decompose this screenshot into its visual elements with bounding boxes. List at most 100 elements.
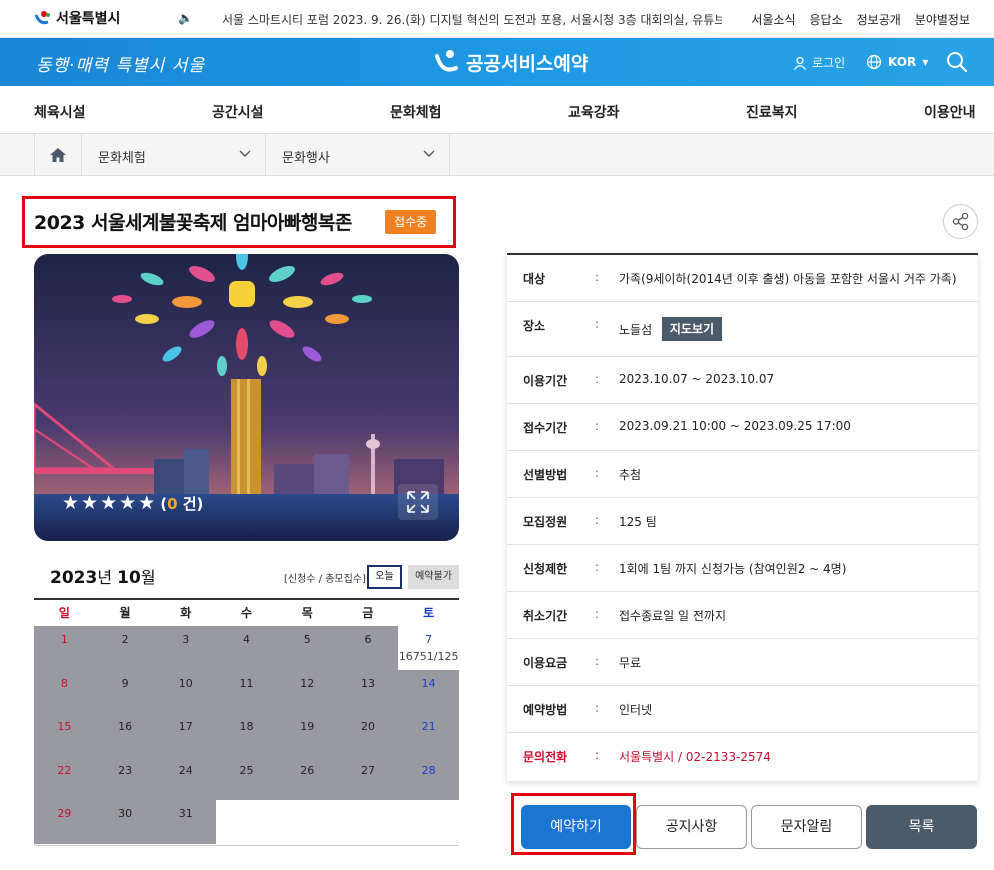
home-icon xyxy=(50,148,66,162)
weekday-thu: 목 xyxy=(301,606,313,620)
info-row-cancellation-period: 취소기간 : 접수종료일 일 전까지 xyxy=(507,592,978,639)
service-title[interactable]: 공공서비스예약 xyxy=(434,48,588,76)
utility-links: 서울소식 응답소 정보공개 분야별정보 xyxy=(751,11,970,28)
calendar-month: 10 xyxy=(117,568,141,588)
user-icon xyxy=(793,56,807,70)
calendar-day: 13 xyxy=(337,669,399,713)
info-row-usage-period: 이용기간 : 2023.10.07 ~ 2023.10.07 xyxy=(507,357,978,404)
sms-alert-button[interactable]: 문자알림 xyxy=(751,805,862,849)
link-seoul-news[interactable]: 서울소식 xyxy=(751,11,795,28)
calendar-day: 6 xyxy=(337,626,399,670)
calendar-divider xyxy=(34,845,459,846)
breadcrumb-subcategory-select[interactable]: 문화행사 xyxy=(266,134,450,176)
star-icon: ★ xyxy=(81,492,99,514)
weekday-mon: 월 xyxy=(119,606,131,620)
login-button[interactable]: 로그인 xyxy=(793,54,845,71)
info-separator: : xyxy=(595,748,600,762)
header-slogan[interactable]: 동행·매력 특별시 서울 xyxy=(36,51,205,76)
home-button[interactable] xyxy=(34,134,82,176)
info-separator: : xyxy=(595,513,600,527)
calendar-legend: [신청수 / 총모집수] xyxy=(284,574,366,585)
seoul-logo[interactable]: 서울특별시 xyxy=(34,8,120,28)
info-key: 대상 xyxy=(523,272,546,286)
today-button[interactable]: 오늘 xyxy=(367,565,402,589)
expand-image-button[interactable] xyxy=(398,484,438,520)
info-value: 2023.10.07 ~ 2023.10.07 xyxy=(619,372,775,386)
info-value: 접수종료일 일 전까지 xyxy=(619,609,726,623)
globe-icon xyxy=(866,54,882,70)
info-value: 인터넷 xyxy=(619,703,653,717)
chevron-down-icon xyxy=(423,150,435,157)
service-title-text: 공공서비스예약 xyxy=(466,52,589,75)
calendar-week: 29 30 31 xyxy=(34,800,460,844)
top-utility-bar: 서울특별시 🔈 서울 스마트시티 포럼 2023. 9. 26.(화) 디지털 … xyxy=(0,0,994,38)
event-info-panel: 대상 : 가족(9세이하(2014년 이후 출생) 아동을 포함한 서울시 거주… xyxy=(507,253,978,781)
chevron-down-icon xyxy=(239,150,251,157)
rating-count-suffix: 건) xyxy=(177,494,204,513)
unavailable-legend: 예약불가 xyxy=(408,565,459,589)
info-separator: : xyxy=(595,654,600,668)
calendar-day: 25 xyxy=(216,756,277,800)
rating-count-value: 0 xyxy=(167,494,178,513)
calendar-day-available[interactable]: 7 16751/125 xyxy=(398,626,460,670)
map-view-button[interactable]: 지도보기 xyxy=(662,317,722,341)
calendar-day: 11 xyxy=(216,669,277,713)
list-button[interactable]: 목록 xyxy=(866,805,977,849)
link-info-disclosure[interactable]: 정보공개 xyxy=(857,11,901,28)
nav-space-facilities[interactable]: 공간시설 xyxy=(212,102,264,122)
info-value: 무료 xyxy=(619,656,642,670)
link-eungdapso[interactable]: 응답소 xyxy=(810,11,843,28)
info-separator: : xyxy=(595,419,600,433)
breadcrumb-category-select[interactable]: 문화체험 xyxy=(82,134,266,176)
calendar-day: 2 xyxy=(94,626,156,670)
info-separator: : xyxy=(595,270,600,284)
star-icon: ★ xyxy=(62,492,80,514)
search-icon[interactable] xyxy=(946,51,968,73)
info-value: 2023.09.21 10:00 ~ 2023.09.25 17:00 xyxy=(619,419,851,433)
calendar-day: 15 xyxy=(34,713,95,757)
share-button[interactable] xyxy=(943,204,978,239)
calendar-day: 24 xyxy=(155,756,217,800)
nav-usage-guide[interactable]: 이용안내 xyxy=(924,102,976,122)
contact-phone[interactable]: 서울특별시 / 02-2133-2574 xyxy=(619,748,771,765)
rating-count: (0 건) xyxy=(160,493,203,514)
info-row-fee: 이용요금 : 무료 xyxy=(507,639,978,686)
calendar-week: 15 16 17 18 19 20 21 xyxy=(34,713,460,757)
breadcrumb: 문화체험 문화행사 xyxy=(0,134,994,176)
notice-button[interactable]: 공지사항 xyxy=(636,805,747,849)
calendar-day: 29 xyxy=(34,800,95,844)
info-separator: : xyxy=(595,466,600,480)
calendar-day-empty xyxy=(276,800,338,844)
share-icon xyxy=(952,212,969,231)
link-field-info[interactable]: 분야별정보 xyxy=(915,11,970,28)
info-separator: : xyxy=(595,560,600,574)
language-select[interactable]: KOR ▼ xyxy=(866,54,928,70)
info-value: 125 팀 xyxy=(619,515,657,529)
nav-medical-welfare[interactable]: 진료복지 xyxy=(746,102,798,122)
breadcrumb-subcategory-label: 문화행사 xyxy=(282,151,330,166)
info-key: 모집정원 xyxy=(523,515,568,529)
expand-icon xyxy=(407,491,429,513)
calendar-day: 28 xyxy=(398,756,460,800)
calendar-day: 10 xyxy=(155,669,217,713)
calendar-day-count: 16751/125 xyxy=(398,650,459,663)
speaker-icon: 🔈 xyxy=(178,11,193,25)
weekday-sun: 일 xyxy=(58,606,70,620)
nav-culture[interactable]: 문화체험 xyxy=(390,102,442,122)
nav-education[interactable]: 교육강좌 xyxy=(568,102,620,122)
info-row-application-limit: 신청제한 : 1회에 1팀 까지 신청가능 (참여인원2 ~ 4명) xyxy=(507,545,978,592)
info-row-target: 대상 : 가족(9세이하(2014년 이후 출생) 아동을 포함한 서울시 거주… xyxy=(507,255,978,302)
calendar-day: 3 xyxy=(155,626,217,670)
nav-sports-facilities[interactable]: 체육시설 xyxy=(34,102,86,122)
info-key: 장소 xyxy=(523,319,546,333)
news-ticker[interactable]: 서울 스마트시티 포럼 2023. 9. 26.(화) 디지털 혁신의 도전과 … xyxy=(222,11,722,28)
info-key: 이용요금 xyxy=(523,656,568,670)
reserve-button[interactable]: 예약하기 xyxy=(521,805,631,849)
info-row-application-period: 접수기간 : 2023.09.21 10:00 ~ 2023.09.25 17:… xyxy=(507,404,978,451)
info-key: 문의전화 xyxy=(523,750,568,764)
rating: ★ ★ ★ ★ ★ (0 건) xyxy=(62,492,203,514)
info-value: 노들섬 xyxy=(619,323,653,337)
calendar-day: 14 xyxy=(398,669,460,713)
info-value: 가족(9세이하(2014년 이후 출생) 아동을 포함한 서울시 거주 가족) xyxy=(619,272,957,286)
weekday-wed: 수 xyxy=(240,606,253,620)
